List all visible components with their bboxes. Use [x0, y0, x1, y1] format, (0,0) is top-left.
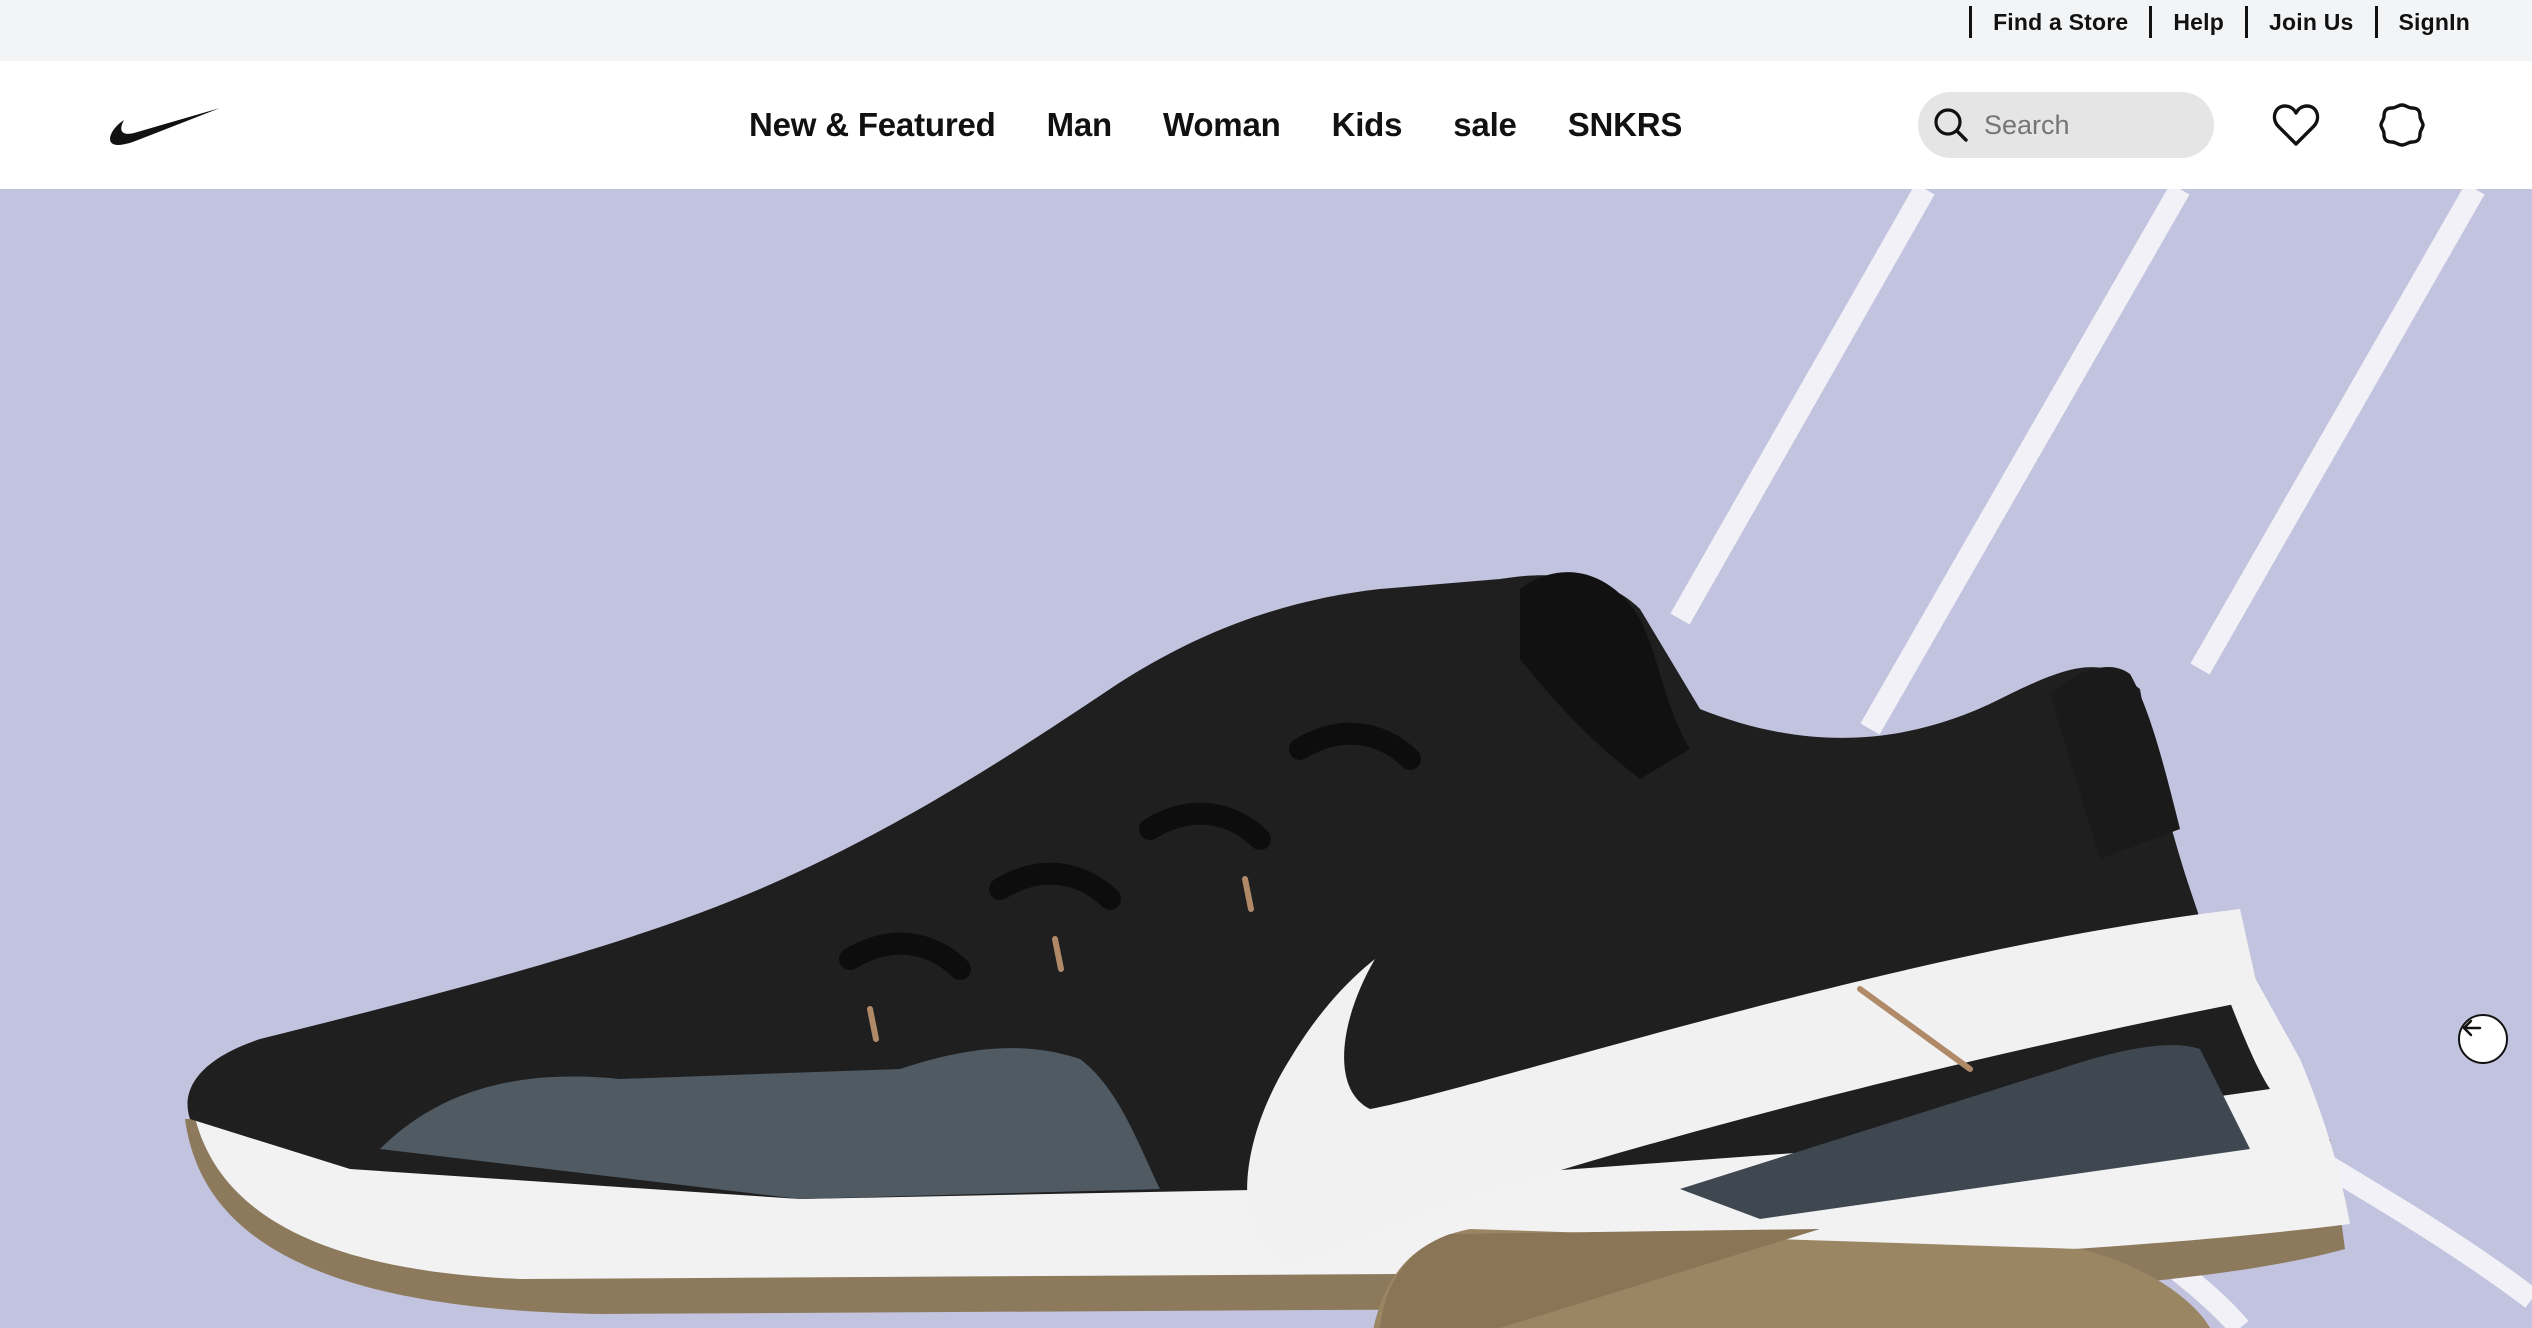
search-icon[interactable] [1918, 92, 1984, 158]
utility-links: Find a Store Help Join Us SignIn [1948, 0, 2470, 44]
main-header: New & Featured Man Woman Kids sale SNKRS [0, 61, 2532, 189]
nav-new-featured[interactable]: New & Featured [749, 106, 996, 144]
utility-divider [2149, 6, 2153, 38]
heart-icon[interactable] [2265, 94, 2327, 156]
swoosh-logo-icon[interactable] [110, 105, 222, 147]
hero-banner [0, 189, 2532, 1328]
utility-divider [2374, 6, 2378, 38]
find-a-store-link[interactable]: Find a Store [1993, 9, 2128, 36]
utility-bar: Find a Store Help Join Us SignIn [0, 0, 2532, 61]
nav-kids[interactable]: Kids [1332, 106, 1403, 144]
join-us-link[interactable]: Join Us [2269, 9, 2353, 36]
bag-icon[interactable] [2371, 94, 2433, 156]
search-input[interactable] [1984, 95, 2194, 155]
sneaker-image [185, 189, 2532, 1328]
utility-divider [2245, 6, 2249, 38]
main-nav: New & Featured Man Woman Kids sale SNKRS [749, 61, 1682, 189]
search-box[interactable] [1918, 92, 2214, 158]
utility-divider [1969, 6, 1973, 38]
nav-sale[interactable]: sale [1453, 106, 1517, 144]
nav-snkrs[interactable]: SNKRS [1568, 106, 1683, 144]
sign-in-link[interactable]: SignIn [2399, 9, 2470, 36]
nav-woman[interactable]: Woman [1163, 106, 1281, 144]
nav-man[interactable]: Man [1047, 106, 1113, 144]
help-link[interactable]: Help [2173, 9, 2224, 36]
carousel-prev-button[interactable] [2458, 1014, 2508, 1064]
